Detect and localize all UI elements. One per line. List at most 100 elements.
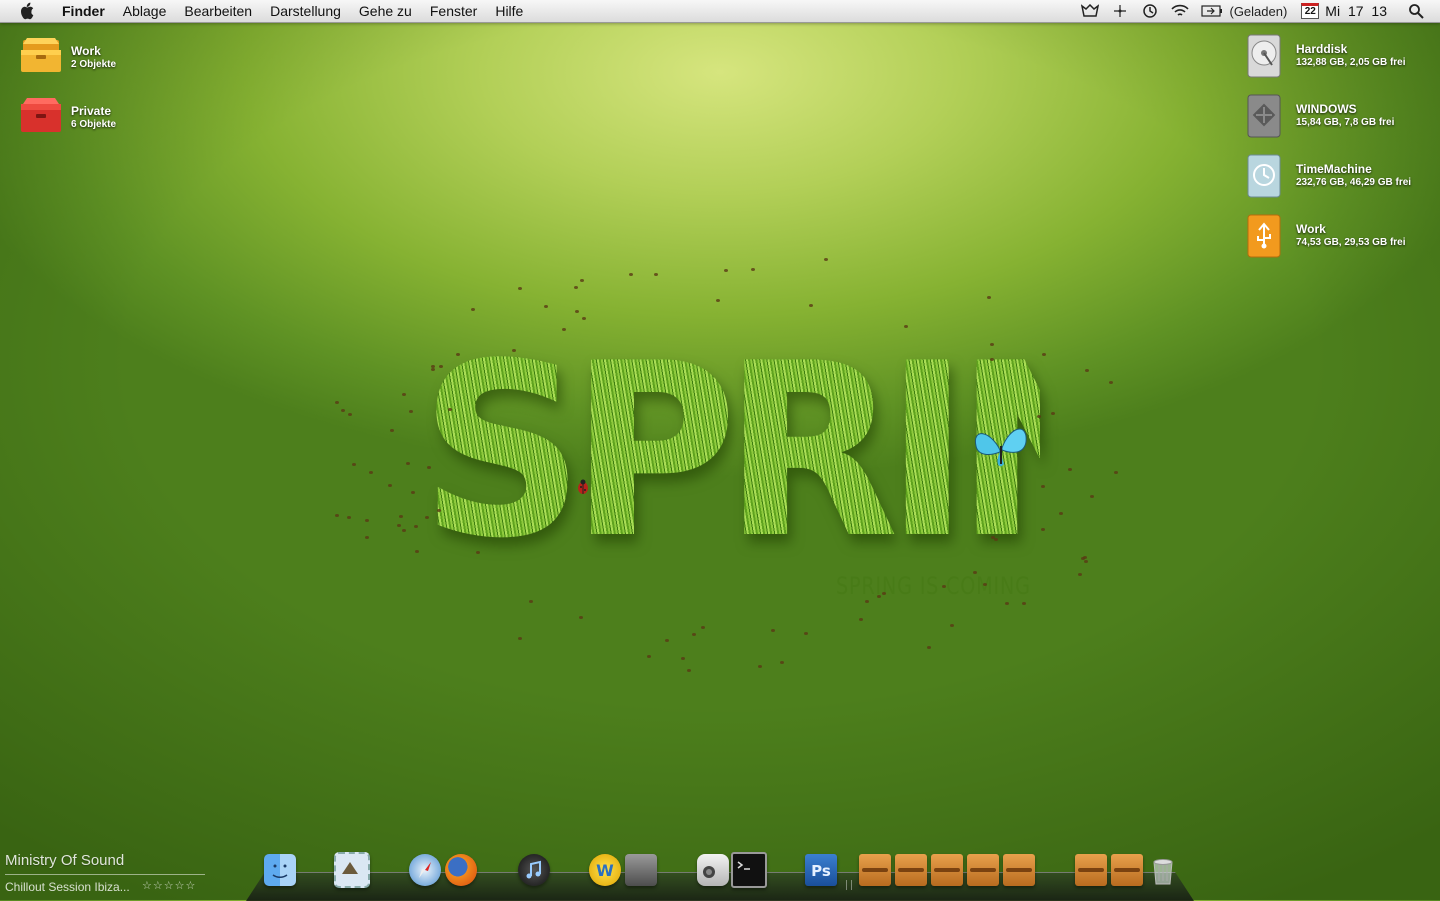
dock-firefox[interactable]: [443, 852, 479, 888]
menu-finder[interactable]: Finder: [53, 0, 114, 22]
dirt-particle: [347, 515, 352, 519]
dirt-particle: [409, 409, 414, 413]
dirt-particle: [398, 514, 403, 518]
battery-icon[interactable]: [1200, 1, 1224, 21]
dirt-particle: [1078, 572, 1083, 576]
dirt-particle: [680, 656, 685, 660]
applications-folder-icon: [1075, 854, 1107, 886]
dock-stack-7[interactable]: [1109, 852, 1145, 888]
dock-photoshop[interactable]: Ps: [803, 852, 839, 888]
dirt-particle: [1042, 352, 1047, 356]
trash-icon: [1147, 854, 1179, 886]
desktop-drive-harddisk[interactable]: Harddisk 132,88 GB, 2,05 GB frei: [1244, 34, 1406, 78]
desktop-item-info: 132,88 GB, 2,05 GB frei: [1296, 57, 1406, 68]
now-playing-divider: [5, 874, 205, 875]
dirt-particle: [804, 632, 809, 636]
dirt-particle: [580, 278, 585, 282]
dock-transmit[interactable]: W: [587, 852, 623, 888]
dirt-particle: [723, 268, 728, 272]
dock-transmission[interactable]: [623, 852, 659, 888]
menu-darstellung[interactable]: Darstellung: [261, 0, 350, 22]
apple-icon[interactable]: [17, 0, 39, 22]
menu-ablage[interactable]: Ablage: [114, 0, 176, 22]
now-playing-rating[interactable]: ☆☆☆☆☆: [142, 879, 196, 892]
menu-hilfe[interactable]: Hilfe: [486, 0, 532, 22]
dirt-particle: [413, 525, 418, 529]
dirt-particle: [779, 660, 784, 664]
dock-safari[interactable]: [407, 852, 443, 888]
dirt-particle: [1090, 494, 1095, 498]
downloads-stack-icon: [1111, 854, 1143, 886]
dock-terminal[interactable]: [731, 852, 767, 888]
dirt-particle: [865, 599, 870, 603]
desktop-item-info: 232,76 GB, 46,29 GB frei: [1296, 177, 1412, 188]
desktop-drive-windows[interactable]: WINDOWS 15,84 GB, 7,8 GB frei: [1244, 94, 1394, 138]
desktop-item-name: WINDOWS: [1296, 102, 1357, 116]
menu-clock[interactable]: Mi 17 13: [1325, 3, 1387, 19]
dirt-particle: [543, 304, 548, 308]
dirt-particle: [427, 465, 432, 469]
dirt-particle: [770, 629, 775, 633]
dock-stack-6[interactable]: [1073, 852, 1109, 888]
dirt-particle: [475, 550, 480, 554]
menu-gehe-zu[interactable]: Gehe zu: [350, 0, 421, 22]
yellow-box-folder-icon: [19, 36, 63, 80]
dirt-particle: [528, 599, 533, 603]
dirt-particle: [335, 514, 340, 518]
growl-icon[interactable]: [1080, 1, 1100, 21]
dock-separator: [846, 880, 852, 890]
dirt-particle: [517, 286, 522, 290]
dirt-particle: [579, 615, 583, 619]
butterfly-icon: [970, 420, 1030, 481]
dock-stack-4[interactable]: [965, 852, 1001, 888]
spaces-icon[interactable]: [1110, 1, 1130, 21]
itunes-icon: [518, 854, 550, 886]
dock-finder[interactable]: [262, 852, 298, 888]
dirt-particle: [1021, 601, 1026, 605]
dock-trash[interactable]: [1145, 852, 1181, 888]
desktop-item-name: Work: [1296, 222, 1326, 236]
dirt-particle: [687, 668, 692, 672]
dirt-particle: [664, 638, 669, 642]
dirt-particle: [347, 413, 352, 417]
desktop-drive-timemachine[interactable]: TimeMachine 232,76 GB, 46,29 GB frei: [1244, 154, 1411, 198]
desktop-item-info: 6 Objekte: [71, 119, 117, 130]
wallpaper-title: SPRING: [420, 325, 1320, 577]
ladybug-icon: [576, 478, 590, 501]
desktop-item-name: Harddisk: [1296, 42, 1348, 56]
desktop-item-info: 15,84 GB, 7,8 GB frei: [1296, 117, 1395, 128]
dirt-particle: [364, 536, 369, 540]
dirt-particle: [1004, 601, 1009, 605]
firefox-icon: [445, 854, 477, 886]
wifi-icon[interactable]: [1170, 1, 1190, 21]
desktop-folder-private[interactable]: Private 6 Objekte: [19, 96, 116, 140]
dock-mail[interactable]: [334, 852, 370, 888]
dirt-particle: [340, 408, 345, 412]
spotlight-search-icon[interactable]: [1406, 1, 1426, 21]
dirt-particle: [365, 519, 370, 523]
desktop-drive-work[interactable]: Work 74,53 GB, 29,53 GB frei: [1244, 214, 1406, 258]
dirt-particle: [414, 550, 419, 554]
dock-itunes[interactable]: [516, 852, 552, 888]
time-machine-icon[interactable]: [1140, 1, 1160, 21]
dirt-particle: [823, 258, 828, 262]
time-machine-drive-icon: [1244, 154, 1288, 198]
menu-fenster[interactable]: Fenster: [421, 0, 486, 22]
dock-stack-3[interactable]: [929, 852, 965, 888]
menu-bearbeiten[interactable]: Bearbeiten: [175, 0, 261, 22]
transmit-icon: W: [589, 854, 621, 886]
calendar-icon[interactable]: 22: [1301, 3, 1320, 19]
dirt-particle: [405, 461, 410, 465]
photoshop-stack-icon: [859, 854, 891, 886]
dirt-particle: [351, 462, 356, 466]
dock-stack-5[interactable]: [1001, 852, 1037, 888]
now-playing-album: Chillout Session Ibiza...: [5, 880, 130, 894]
desktop-folder-work[interactable]: Work 2 Objekte: [19, 36, 116, 80]
dirt-particle: [396, 523, 401, 527]
dock-camera-app[interactable]: [695, 852, 731, 888]
dock-stack-1[interactable]: [857, 852, 893, 888]
safari-compass-icon: [409, 854, 441, 886]
dock-stack-2[interactable]: [893, 852, 929, 888]
mail-stamp-icon: [334, 852, 370, 888]
dirt-particle: [750, 268, 755, 272]
